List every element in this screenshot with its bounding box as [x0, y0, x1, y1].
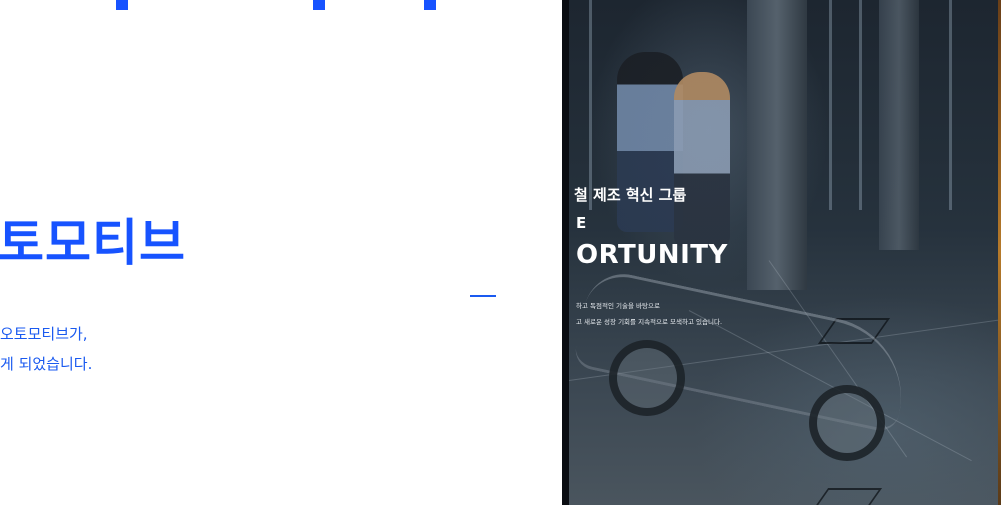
description-line: 오토모티브가,	[0, 325, 88, 343]
rack-line	[589, 0, 592, 210]
photo-headline-kr: 철 제조 혁신 그룹	[574, 186, 687, 204]
section-description: 오토모티브가, 게 되었습니다.	[0, 319, 92, 379]
rack-line	[859, 0, 862, 210]
hero-photo-panel: 철 제조 혁신 그룹 E ORTUNITY 하고 독점적인 기술을 바탕으로 고…	[562, 0, 1001, 505]
decor-bar	[313, 0, 325, 10]
pillar	[879, 0, 919, 250]
photo-caption-line: 고 새로운 성장 기회를 지속적으로 모색하고 있습니다.	[576, 318, 723, 326]
photo-line-e: E	[576, 214, 587, 232]
rack-line	[949, 0, 952, 210]
wheel	[609, 340, 685, 416]
decor-bar	[116, 0, 128, 10]
pillar	[747, 0, 807, 290]
photo-headline-en: ORTUNITY	[576, 240, 728, 270]
description-line: 게 되었습니다.	[0, 355, 93, 373]
decor-bar	[424, 0, 436, 10]
factory-photo: 철 제조 혁신 그룹 E ORTUNITY 하고 독점적인 기술을 바탕으로 고…	[568, 0, 1001, 505]
wheel	[809, 385, 885, 461]
engineer-figure	[674, 72, 730, 247]
floor-tile	[809, 488, 883, 505]
slide-indicator[interactable]	[470, 295, 496, 297]
top-decor-bars	[0, 0, 540, 10]
section-heading: 토모티브	[0, 214, 186, 272]
photo-caption-line: 하고 독점적인 기술을 바탕으로	[576, 302, 660, 310]
rack-line	[829, 0, 832, 210]
